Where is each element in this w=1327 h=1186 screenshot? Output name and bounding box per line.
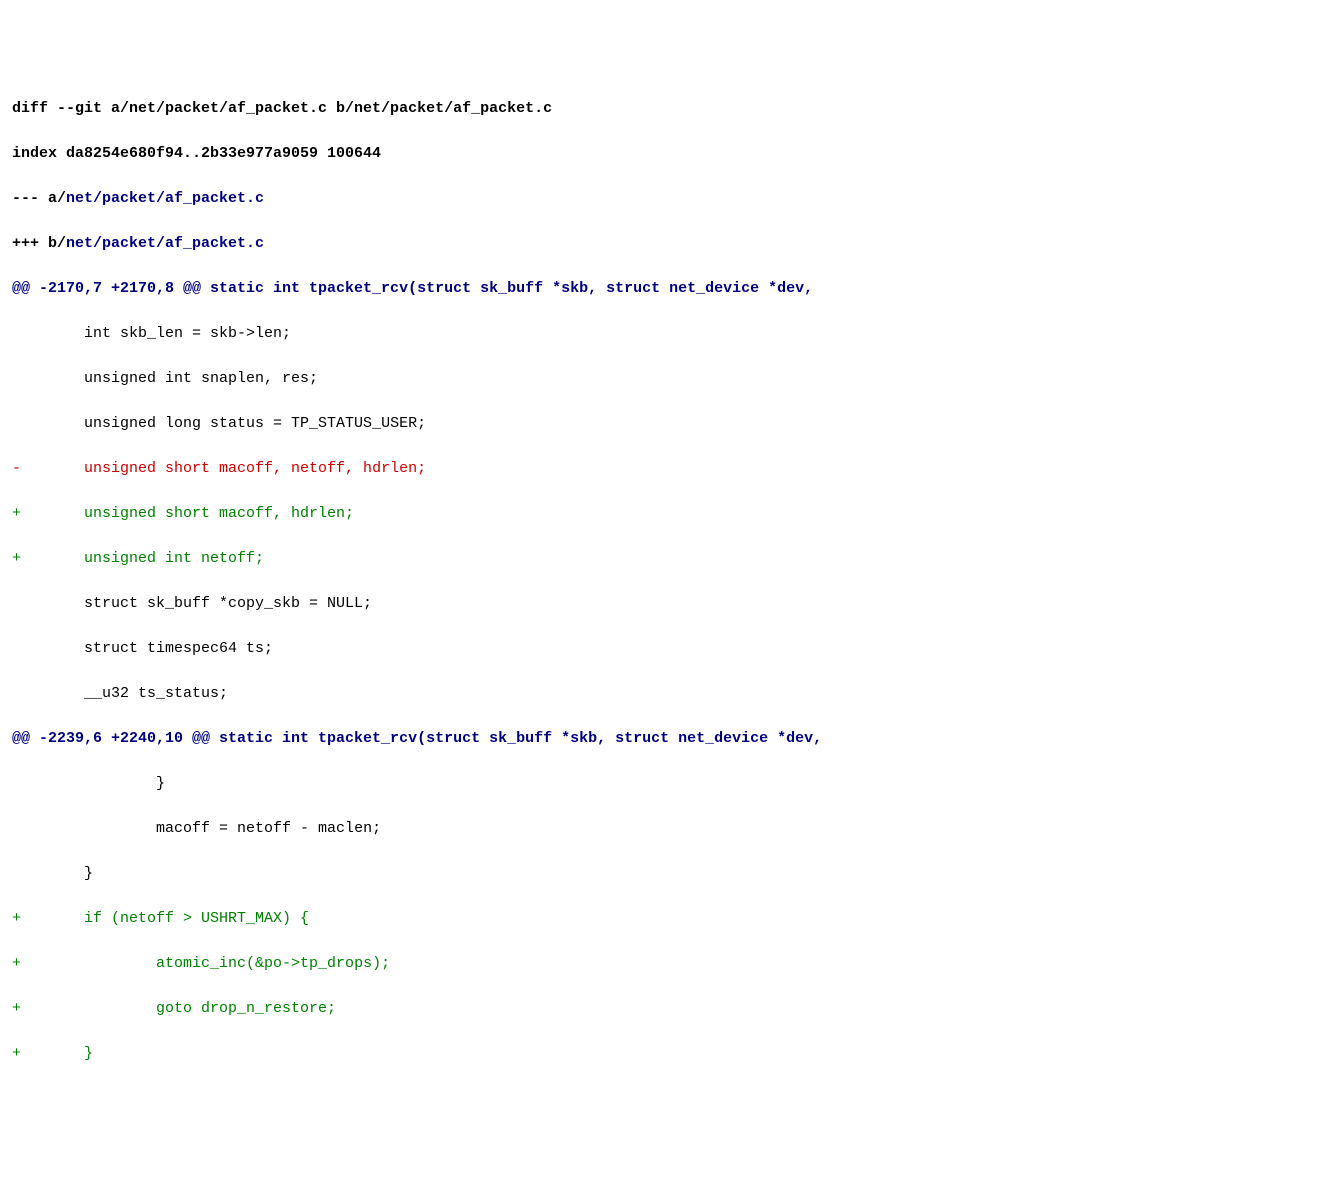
hunk2-add-line: + atomic_inc(&po->tp_drops); [12,953,1315,976]
hunk1-ctx-line: struct timespec64 ts; [12,638,1315,661]
hunk2-add-line: + goto drop_n_restore; [12,998,1315,1021]
hunk1-ctx-line: unsigned long status = TP_STATUS_USER; [12,413,1315,436]
hunk1-ctx-line: __u32 ts_status; [12,683,1315,706]
diff-plus-prefix: +++ b/ [12,235,66,252]
hunk2-ctx-line: } [12,863,1315,886]
diff-path-b-link[interactable]: net/packet/af_packet.c [66,235,264,252]
diff-file-b-line: +++ b/net/packet/af_packet.c [12,233,1315,256]
diff-minus-prefix: --- a/ [12,190,66,207]
hunk2-add-line: + if (netoff > USHRT_MAX) { [12,908,1315,931]
hunk1-add-line: + unsigned int netoff; [12,548,1315,571]
hunk1-del-line: - unsigned short macoff, netoff, hdrlen; [12,458,1315,481]
diff-index-line: index da8254e680f94..2b33e977a9059 10064… [12,143,1315,166]
diff-path-a-link[interactable]: net/packet/af_packet.c [66,190,264,207]
hunk1-add-line: + unsigned short macoff, hdrlen; [12,503,1315,526]
diff-file-a-line: --- a/net/packet/af_packet.c [12,188,1315,211]
hunk1-header: @@ -2170,7 +2170,8 @@ static int tpacket… [12,278,1315,301]
hunk2-add-line: + } [12,1043,1315,1066]
hunk2-ctx-line: macoff = netoff - maclen; [12,818,1315,841]
hunk1-ctx-line: int skb_len = skb->len; [12,323,1315,346]
hunk2-header: @@ -2239,6 +2240,10 @@ static int tpacke… [12,728,1315,751]
hunk1-ctx-line: struct sk_buff *copy_skb = NULL; [12,593,1315,616]
diff-cmd-line: diff --git a/net/packet/af_packet.c b/ne… [12,98,1315,121]
hunk2-ctx-line: } [12,773,1315,796]
hunk1-ctx-line: unsigned int snaplen, res; [12,368,1315,391]
